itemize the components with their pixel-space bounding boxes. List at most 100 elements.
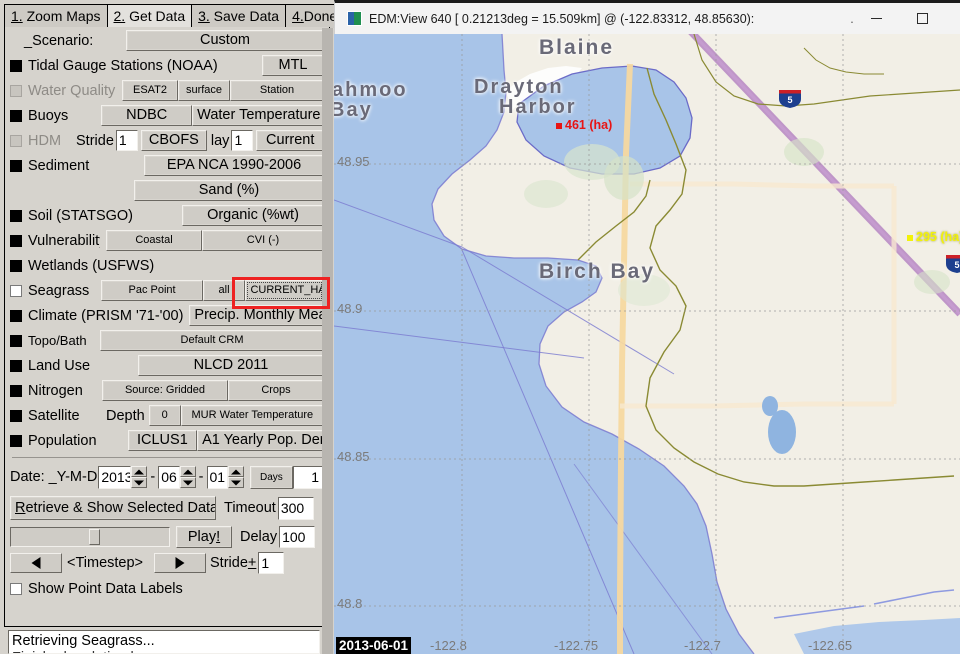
timestep-next-button[interactable] <box>154 553 206 573</box>
hdm-layer-input[interactable]: 1 <box>231 130 253 151</box>
panel-divider <box>12 457 322 458</box>
row-soil: Soil (STATSGO) Organic (%wt) <box>10 205 324 226</box>
population-scenario-button[interactable]: ICLUS1 <box>128 430 197 451</box>
sediment-variable-button[interactable]: Sand (%) <box>134 180 324 201</box>
hdm-variable-button[interactable]: Current <box>256 130 324 151</box>
satellite-depth-input[interactable]: 0 <box>149 405 181 426</box>
soil-label: Soil (STATSGO) <box>28 208 176 224</box>
satellite-variable-button[interactable]: MUR Water Temperature <box>181 405 324 426</box>
buoys-checkbox[interactable] <box>10 110 22 122</box>
map-window-title: EDM:View 640 [ 0.21213deg = 15.509km] @ … <box>369 12 754 26</box>
timestep-slider-thumb[interactable] <box>89 529 100 545</box>
date-month-down-icon[interactable] <box>180 477 196 488</box>
timestep-slider[interactable] <box>10 527 170 547</box>
water-quality-label: Water Quality <box>28 83 116 99</box>
land-use-dataset-button[interactable]: NLCD 2011 <box>138 355 324 376</box>
scenario-button[interactable]: Custom <box>126 30 324 51</box>
timestep-prev-button[interactable] <box>10 553 62 573</box>
wetlands-checkbox[interactable] <box>10 260 22 272</box>
sediment-checkbox[interactable] <box>10 160 22 172</box>
seagrass-variable-button[interactable]: CURRENT_HA <box>245 280 324 301</box>
buoys-ndbc-button[interactable]: NDBC <box>101 105 192 126</box>
tab-done[interactable]: 4.Done <box>285 4 334 28</box>
maximize-icon[interactable] <box>900 2 946 36</box>
satellite-depth-label: Depth <box>106 408 145 424</box>
nitrogen-checkbox[interactable] <box>10 385 22 397</box>
date-day-spinner[interactable] <box>228 466 244 488</box>
row-hdm: HDM Stride 1 CBOFS lay 1 Current <box>10 130 324 151</box>
vulnerability-index-button[interactable]: CVI (-) <box>202 230 324 251</box>
vulnerability-checkbox[interactable] <box>10 235 22 247</box>
minimize-icon[interactable] <box>854 2 900 36</box>
buoys-variable-button[interactable]: Water Temperature <box>192 105 324 126</box>
seagrass-checkbox[interactable] <box>10 285 22 297</box>
days-input[interactable]: 1 <box>293 466 324 489</box>
date-day-input[interactable]: 01 <box>207 466 228 489</box>
date-year-down-icon[interactable] <box>131 477 147 488</box>
date-month-up-icon[interactable] <box>180 466 196 477</box>
date-year-spinner[interactable] <box>131 466 147 488</box>
tab-bar: 1. Zoom Maps 2. Get Data 3. Save Data 4.… <box>4 3 330 28</box>
date-year-input[interactable]: 2013 <box>98 466 131 489</box>
soil-checkbox[interactable] <box>10 210 22 222</box>
seagrass-filter-button[interactable]: all <box>203 280 246 301</box>
topo-bath-source-button[interactable]: Default CRM <box>100 330 324 351</box>
app-icon <box>347 11 362 26</box>
delay-input[interactable]: 100 <box>279 526 315 548</box>
close-icon[interactable] <box>946 2 960 36</box>
date-year-up-icon[interactable] <box>131 466 147 477</box>
population-variable-button[interactable]: A1 Yearly Pop. Den. <box>197 430 324 451</box>
water-quality-source-button[interactable]: ESAT2 <box>122 80 178 101</box>
row-seagrass: Seagrass Pac Point all CURRENT_HA <box>10 280 324 301</box>
population-checkbox[interactable] <box>10 435 22 447</box>
nitrogen-source-button[interactable]: Source: Gridded <box>102 380 228 401</box>
date-month-input[interactable]: 06 <box>158 466 179 489</box>
land-use-checkbox[interactable] <box>10 360 22 372</box>
seagrass-source-button[interactable]: Pac Point <box>101 280 202 301</box>
control-panel: 1. Zoom Maps 2. Get Data 3. Save Data 4.… <box>0 0 334 654</box>
water-quality-station-button[interactable]: Station <box>230 80 324 101</box>
days-button[interactable]: Days <box>250 466 293 489</box>
row-nitrogen: Nitrogen Source: Gridded Crops <box>10 380 324 401</box>
timeout-input[interactable]: 300 <box>278 497 314 520</box>
climate-variable-button[interactable]: Precip. Monthly Mean <box>189 305 324 326</box>
date-month-spinner[interactable] <box>180 466 196 488</box>
water-quality-checkbox[interactable] <box>10 85 22 97</box>
seagrass-label: Seagrass <box>28 283 95 299</box>
tidal-gauge-checkbox[interactable] <box>10 60 22 72</box>
hdm-model-button[interactable]: CBOFS <box>141 130 207 151</box>
map-window-titlebar[interactable]: EDM:View 640 [ 0.21213deg = 15.509km] @ … <box>334 0 960 34</box>
hdm-checkbox[interactable] <box>10 135 22 147</box>
date-day-down-icon[interactable] <box>228 477 244 488</box>
map-datestamp: 2013-06-01 <box>336 637 411 654</box>
status-log: Retrieving Seagrass... Finished updating… <box>8 630 320 654</box>
tidal-gauge-mtl-button[interactable]: MTL <box>262 55 324 76</box>
vulnerability-type-button[interactable]: Coastal <box>106 230 202 251</box>
date-day-up-icon[interactable] <box>228 466 244 477</box>
water-quality-level-button[interactable]: surface <box>178 80 230 101</box>
play-accel: ! <box>216 529 220 545</box>
delay-label: Delay <box>240 529 277 545</box>
satellite-checkbox[interactable] <box>10 410 22 422</box>
tab-get-data-label: Get Data <box>125 8 185 24</box>
tab-get-data[interactable]: 2. Get Data <box>107 4 193 28</box>
status-line-1: Retrieving Seagrass... <box>12 633 316 650</box>
sediment-dataset-button[interactable]: EPA NCA 1990-2006 <box>144 155 324 176</box>
tab-zoom-maps-label: Zoom Maps <box>23 8 101 24</box>
row-vulnerability: Vulnerability Coastal CVI (-) <box>10 230 324 251</box>
tab-save-data[interactable]: 3. Save Data <box>191 4 286 28</box>
map-canvas[interactable]: 5 5 Blaine Drayton Harbor ahmoo Bay Birc… <box>334 34 960 654</box>
nitrogen-category-button[interactable]: Crops <box>228 380 324 401</box>
row-satellite: Satellite Depth 0 MUR Water Temperature <box>10 405 324 426</box>
retrieve-button[interactable]: Retrieve & Show Selected Data <box>10 496 216 520</box>
climate-checkbox[interactable] <box>10 310 22 322</box>
panel-map-divider <box>322 28 333 654</box>
soil-variable-button[interactable]: Organic (%wt) <box>182 205 324 226</box>
map-graphic <box>334 34 960 654</box>
stride-input[interactable]: 1 <box>258 552 284 574</box>
tab-zoom-maps[interactable]: 1. Zoom Maps <box>4 4 108 28</box>
hdm-stride-input[interactable]: 1 <box>116 130 138 151</box>
topo-bath-checkbox[interactable] <box>10 335 22 347</box>
show-point-labels-checkbox[interactable] <box>10 583 22 595</box>
play-button[interactable]: Play! <box>176 526 232 548</box>
